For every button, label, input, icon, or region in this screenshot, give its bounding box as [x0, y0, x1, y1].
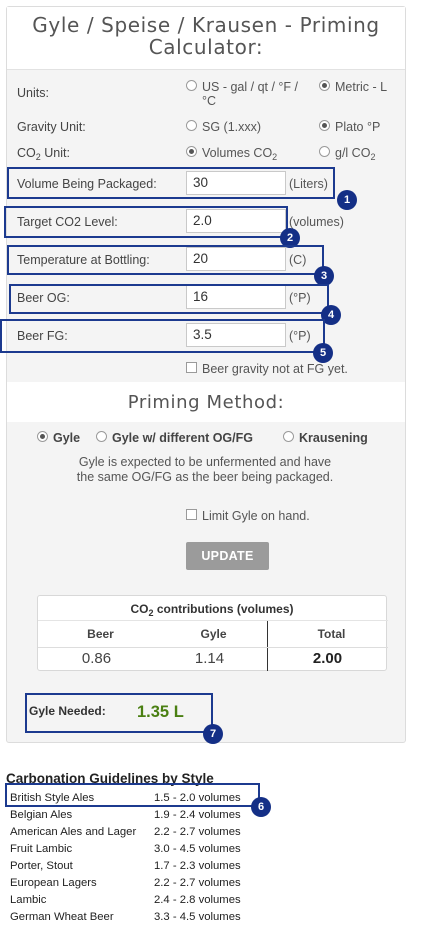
method-gyle-different-radio[interactable]	[96, 431, 107, 442]
annotation-badge-6: 6	[251, 797, 271, 817]
method-description-line-2: the same OG/FG as the beer being package…	[76, 470, 334, 484]
volume-highlight-box	[7, 167, 335, 199]
guideline-range: 2.2 - 2.7 volumes	[154, 826, 241, 838]
guideline-style: Belgian Ales	[10, 809, 73, 821]
gravity-unit-label: Gravity Unit:	[17, 120, 86, 134]
guideline-style: Porter, Stout	[10, 860, 73, 872]
method-gyle-label[interactable]: Gyle	[53, 431, 80, 445]
target-co2-unit: (volumes)	[289, 215, 344, 229]
gravity-plato-radio[interactable]	[319, 120, 330, 131]
gravity-sg-radio[interactable]	[186, 120, 197, 131]
gravity-plato-option-label[interactable]: Plato °P	[335, 120, 380, 134]
method-krausening-label[interactable]: Krausening	[299, 431, 368, 445]
temperature-highlight-box	[7, 245, 324, 275]
beer-not-at-fg-checkbox[interactable]	[186, 362, 197, 373]
co2-table-header-gyle: Gyle	[200, 627, 227, 641]
method-description-line-1: Gyle is expected to be unfermented and h…	[78, 455, 332, 469]
annotation-badge-7: 7	[203, 724, 223, 744]
annotation-badge-1: 1	[337, 190, 357, 210]
co2-table-column-rule	[267, 621, 268, 671]
co2-unit-label: CO2 Unit:	[17, 146, 70, 162]
units-us-radio[interactable]	[186, 80, 197, 91]
co2-table-row-divider	[38, 647, 388, 648]
guideline-style: Lambic	[10, 894, 47, 906]
method-gyle-different-label[interactable]: Gyle w/ different OG/FG	[112, 431, 253, 445]
method-gyle-radio[interactable]	[37, 431, 48, 442]
annotation-badge-5: 5	[313, 343, 333, 363]
beer-fg-highlight-box	[0, 319, 325, 353]
co2-volumes-radio[interactable]	[186, 146, 197, 157]
units-label: Units:	[17, 86, 49, 100]
update-button[interactable]: UPDATE	[186, 542, 269, 570]
units-us-option-label[interactable]: US - gal / qt / °F / °C	[202, 80, 312, 108]
guideline-range: 1.9 - 2.4 volumes	[154, 809, 241, 821]
co2-contributions-table: CO2 contributions (volumes) Beer Gyle To…	[37, 595, 388, 671]
annotation-badge-3: 3	[314, 266, 334, 286]
gyle-needed-highlight-box	[25, 693, 213, 733]
units-metric-option-label[interactable]: Metric - L	[335, 80, 387, 94]
guideline-range: 3.0 - 4.5 volumes	[154, 843, 241, 855]
co2-table-value-beer: 0.86	[81, 650, 112, 667]
guideline-style: European Lagers	[10, 877, 97, 889]
guideline-range: 2.4 - 2.8 volumes	[154, 894, 241, 906]
guideline-style: Fruit Lambic	[10, 843, 73, 855]
priming-method-title: Priming Method:	[127, 392, 285, 413]
limit-gyle-checkbox[interactable]	[186, 509, 197, 520]
co2-table-header-total: Total	[317, 627, 346, 641]
guideline-range: 1.7 - 2.3 volumes	[154, 860, 241, 872]
units-metric-radio[interactable]	[319, 80, 330, 91]
co2-table-value-gyle: 1.14	[194, 650, 225, 667]
beer-not-at-fg-label[interactable]: Beer gravity not at FG yet.	[202, 362, 348, 376]
co2-table-divider	[38, 620, 388, 621]
target-co2-highlight-box	[4, 206, 288, 238]
guideline-range: 3.3 - 4.5 volumes	[154, 911, 241, 923]
co2-table-value-total: 2.00	[312, 650, 343, 667]
page-title: Gyle / Speise / Krausen - Priming Calcul…	[32, 13, 380, 59]
guideline-style: American Ales and Lager	[10, 826, 137, 838]
limit-gyle-label[interactable]: Limit Gyle on hand.	[202, 509, 310, 523]
gravity-sg-option-label[interactable]: SG (1.xxx)	[202, 120, 261, 134]
guideline-style: German Wheat Beer	[10, 911, 114, 923]
co2-volumes-option-label[interactable]: Volumes CO2	[202, 146, 277, 164]
beer-og-highlight-box	[9, 284, 329, 314]
method-krausening-radio[interactable]	[283, 431, 294, 442]
guideline-highlight-box	[5, 783, 260, 807]
co2-gl-radio[interactable]	[319, 146, 330, 157]
co2-table-title: CO2 contributions (volumes)	[130, 602, 294, 618]
guideline-range: 2.2 - 2.7 volumes	[154, 877, 241, 889]
co2-gl-option-label[interactable]: g/l CO2	[335, 146, 375, 164]
co2-table-header-beer: Beer	[87, 627, 114, 641]
